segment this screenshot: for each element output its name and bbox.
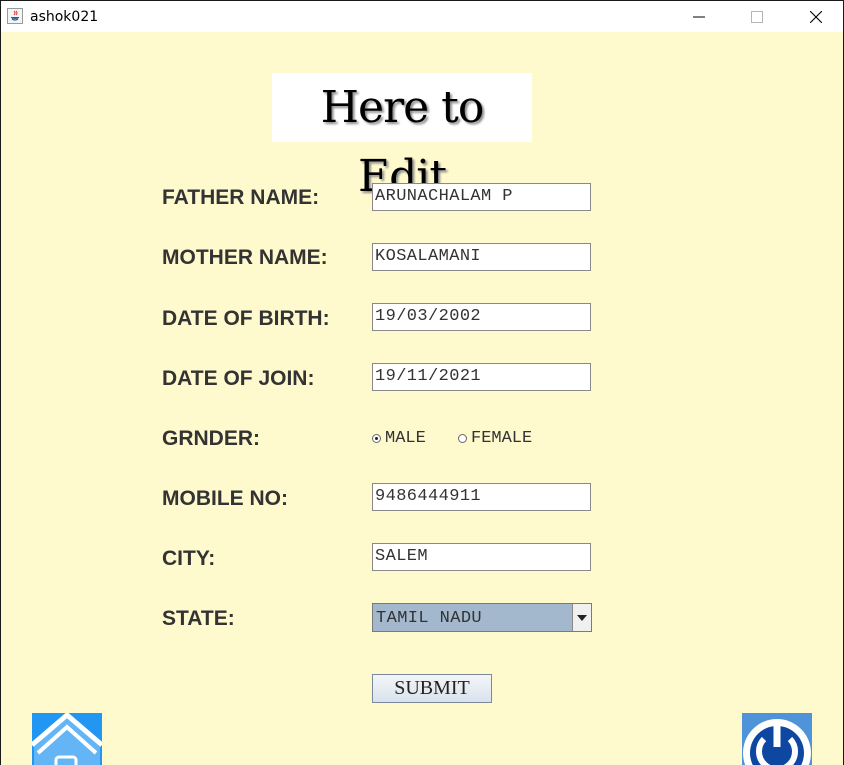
state-label: STATE: — [162, 607, 235, 630]
radio-unchecked-icon — [458, 434, 467, 443]
window-title: ashok021 — [30, 9, 99, 25]
radio-checked-icon — [372, 434, 381, 443]
mother-name-field[interactable]: KOSALAMANI — [372, 243, 591, 271]
page-title: Here to Edit — [320, 82, 485, 202]
minimize-icon — [693, 16, 705, 18]
title-bar[interactable]: ashok021 — [1, 1, 843, 32]
power-icon — [742, 713, 812, 765]
date-of-join-label: DATE OF JOIN: — [162, 367, 315, 390]
minimize-button[interactable] — [676, 1, 722, 32]
gender-radio-female[interactable]: FEMALE — [458, 429, 532, 448]
home-button[interactable] — [32, 713, 102, 765]
date-of-birth-label: DATE OF BIRTH: — [162, 307, 330, 330]
gender-option-female: FEMALE — [471, 429, 533, 448]
state-dropdown[interactable]: TAMIL NADU — [372, 603, 592, 632]
close-icon — [810, 11, 822, 23]
maximize-icon — [751, 11, 763, 23]
submit-button[interactable]: SUBMIT — [372, 674, 492, 703]
mobile-no-field[interactable]: 9486444911 — [372, 483, 591, 511]
maximize-button[interactable] — [734, 1, 780, 32]
java-icon — [7, 8, 23, 24]
date-of-join-field[interactable]: 19/11/2021 — [372, 363, 591, 391]
date-of-birth-field[interactable]: 19/03/2002 — [372, 303, 591, 331]
app-window: ashok021 Here to Edit FATHER NAME: ARUNA… — [0, 0, 844, 765]
mother-name-label: MOTHER NAME: — [162, 246, 328, 269]
gender-radio-male[interactable]: MALE — [372, 429, 426, 448]
close-button[interactable] — [793, 1, 839, 32]
gender-label: GRNDER: — [162, 427, 260, 450]
dropdown-arrow-button[interactable] — [572, 604, 591, 631]
chevron-down-icon — [577, 615, 587, 621]
home-icon — [32, 713, 102, 765]
gender-option-male: MALE — [385, 429, 426, 448]
heading-banner: Here to Edit — [272, 73, 532, 202]
father-name-label: FATHER NAME: — [162, 186, 320, 209]
city-field[interactable]: SALEM — [372, 543, 591, 571]
power-button[interactable] — [742, 713, 812, 765]
father-name-field[interactable]: ARUNACHALAM P — [372, 183, 591, 211]
city-label: CITY: — [162, 547, 216, 570]
state-selected-value: TAMIL NADU — [376, 609, 483, 628]
mobile-no-label: MOBILE NO: — [162, 487, 288, 510]
